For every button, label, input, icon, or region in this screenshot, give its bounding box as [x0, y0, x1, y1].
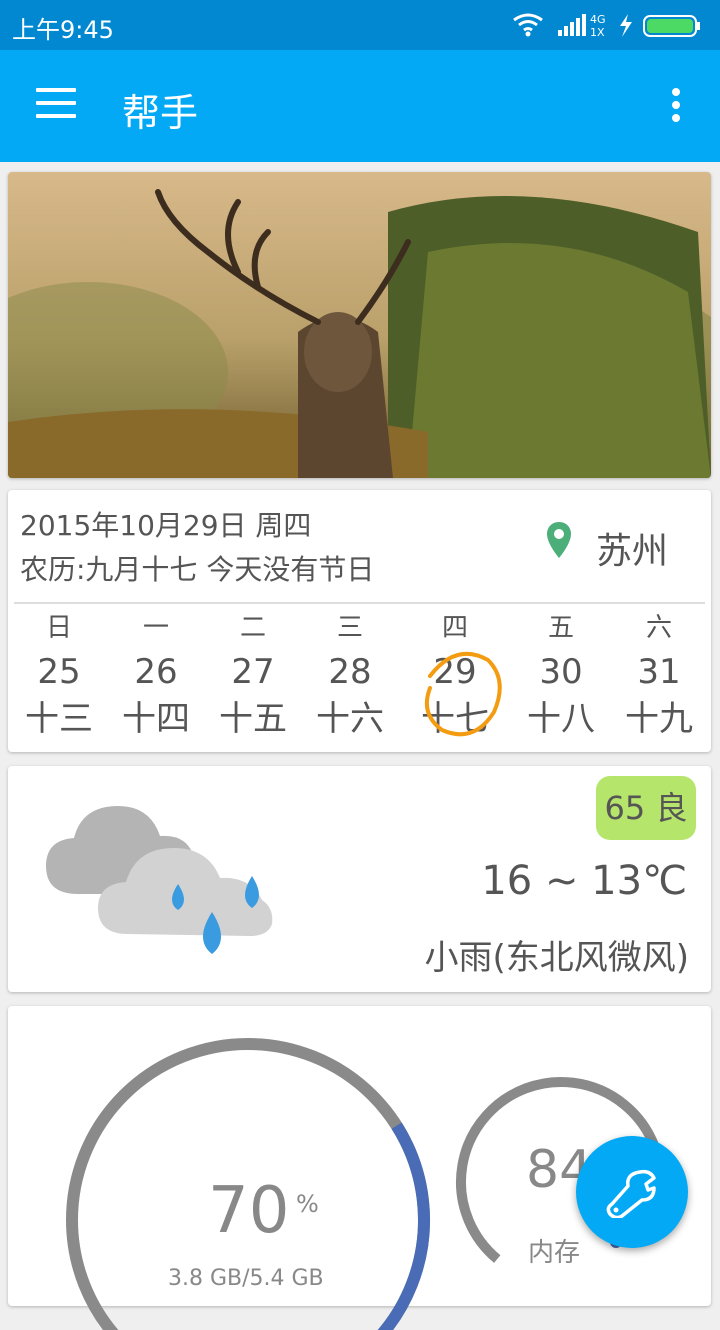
day-column[interactable]: 五 30 十八 [516, 608, 606, 742]
lunar-day: 十八 [527, 699, 595, 739]
deer-photo [8, 172, 711, 478]
weather-card[interactable]: 65 良 16 ~ 13℃ 小雨(东北风微风) [8, 766, 711, 992]
tools-fab-button[interactable] [576, 1136, 688, 1248]
battery-icon [643, 15, 700, 37]
weekday-label: 五 [547, 613, 574, 643]
city-name[interactable]: 苏州 [596, 522, 668, 574]
aqi-badge: 65 良 [596, 776, 696, 840]
day-number: 27 [231, 652, 275, 692]
lunar-day: 十五 [219, 699, 287, 739]
calendar-card[interactable]: 2015年10月29日 周四 农历:九月十七 今天没有节日 苏州 日 25 十三… [8, 490, 711, 752]
banner-carousel[interactable] [8, 172, 711, 478]
status-icons: 4G 1X [513, 13, 700, 39]
app-bar: 帮手 [0, 50, 720, 162]
app-title: 帮手 [122, 91, 199, 135]
status-time: 上午9:45 [12, 16, 114, 44]
lunar-day: 十九 [625, 699, 693, 739]
rain-cloud-icon [46, 806, 273, 954]
wifi-icon [513, 13, 543, 32]
wrench-icon [606, 1169, 656, 1218]
today-circle-mark [425, 651, 502, 737]
network-sub: 1X [590, 26, 605, 39]
weekday-label: 三 [336, 613, 363, 643]
day-column[interactable]: 三 28 十六 [305, 608, 395, 742]
lunar-day: 十三 [25, 699, 93, 739]
lunar-day: 十六 [316, 699, 384, 739]
day-column[interactable]: 日 25 十三 [14, 608, 104, 742]
weekday-label: 四 [441, 613, 468, 643]
charging-icon [620, 14, 632, 37]
day-number: 31 [637, 652, 681, 692]
date-text: 2015年10月29日 周四 [20, 509, 312, 542]
location-pin-icon [547, 522, 571, 558]
storage-detail: 3.8 GB/5.4 GB [168, 1266, 324, 1291]
day-column[interactable]: 二 27 十五 [208, 608, 298, 742]
status-bar: 上午9:45 4G 1X [0, 0, 720, 50]
temperature-range: 16 ~ 13℃ [481, 858, 687, 904]
lunar-text: 农历:九月十七 今天没有节日 [20, 553, 375, 586]
weekday-label: 二 [239, 613, 266, 643]
week-strip: 日 25 十三 一 26 十四 二 27 十五 三 28 十六 四 29 十七 … [8, 608, 711, 748]
storage-percent-sign: % [296, 1190, 319, 1218]
divider [14, 602, 705, 604]
storage-percent: 70 [208, 1174, 290, 1248]
day-number: 30 [539, 652, 583, 692]
network-type: 4G [590, 13, 606, 26]
day-number: 28 [328, 652, 372, 692]
weather-condition: 小雨(东北风微风) [424, 938, 689, 978]
weekday-label: 日 [45, 613, 72, 643]
day-column[interactable]: 一 26 十四 [111, 608, 201, 742]
more-options-icon[interactable] [668, 88, 684, 128]
menu-icon[interactable] [36, 88, 76, 122]
day-column[interactable]: 六 31 十九 [614, 608, 704, 742]
day-number: 26 [134, 652, 178, 692]
lunar-day: 十四 [122, 699, 190, 739]
day-number: 25 [37, 652, 81, 692]
memory-label: 内存 [528, 1238, 581, 1268]
signal-icon [558, 14, 586, 36]
weekday-label: 六 [645, 613, 672, 643]
weekday-label: 一 [142, 613, 169, 643]
storage-gauge-fill [377, 1122, 430, 1330]
